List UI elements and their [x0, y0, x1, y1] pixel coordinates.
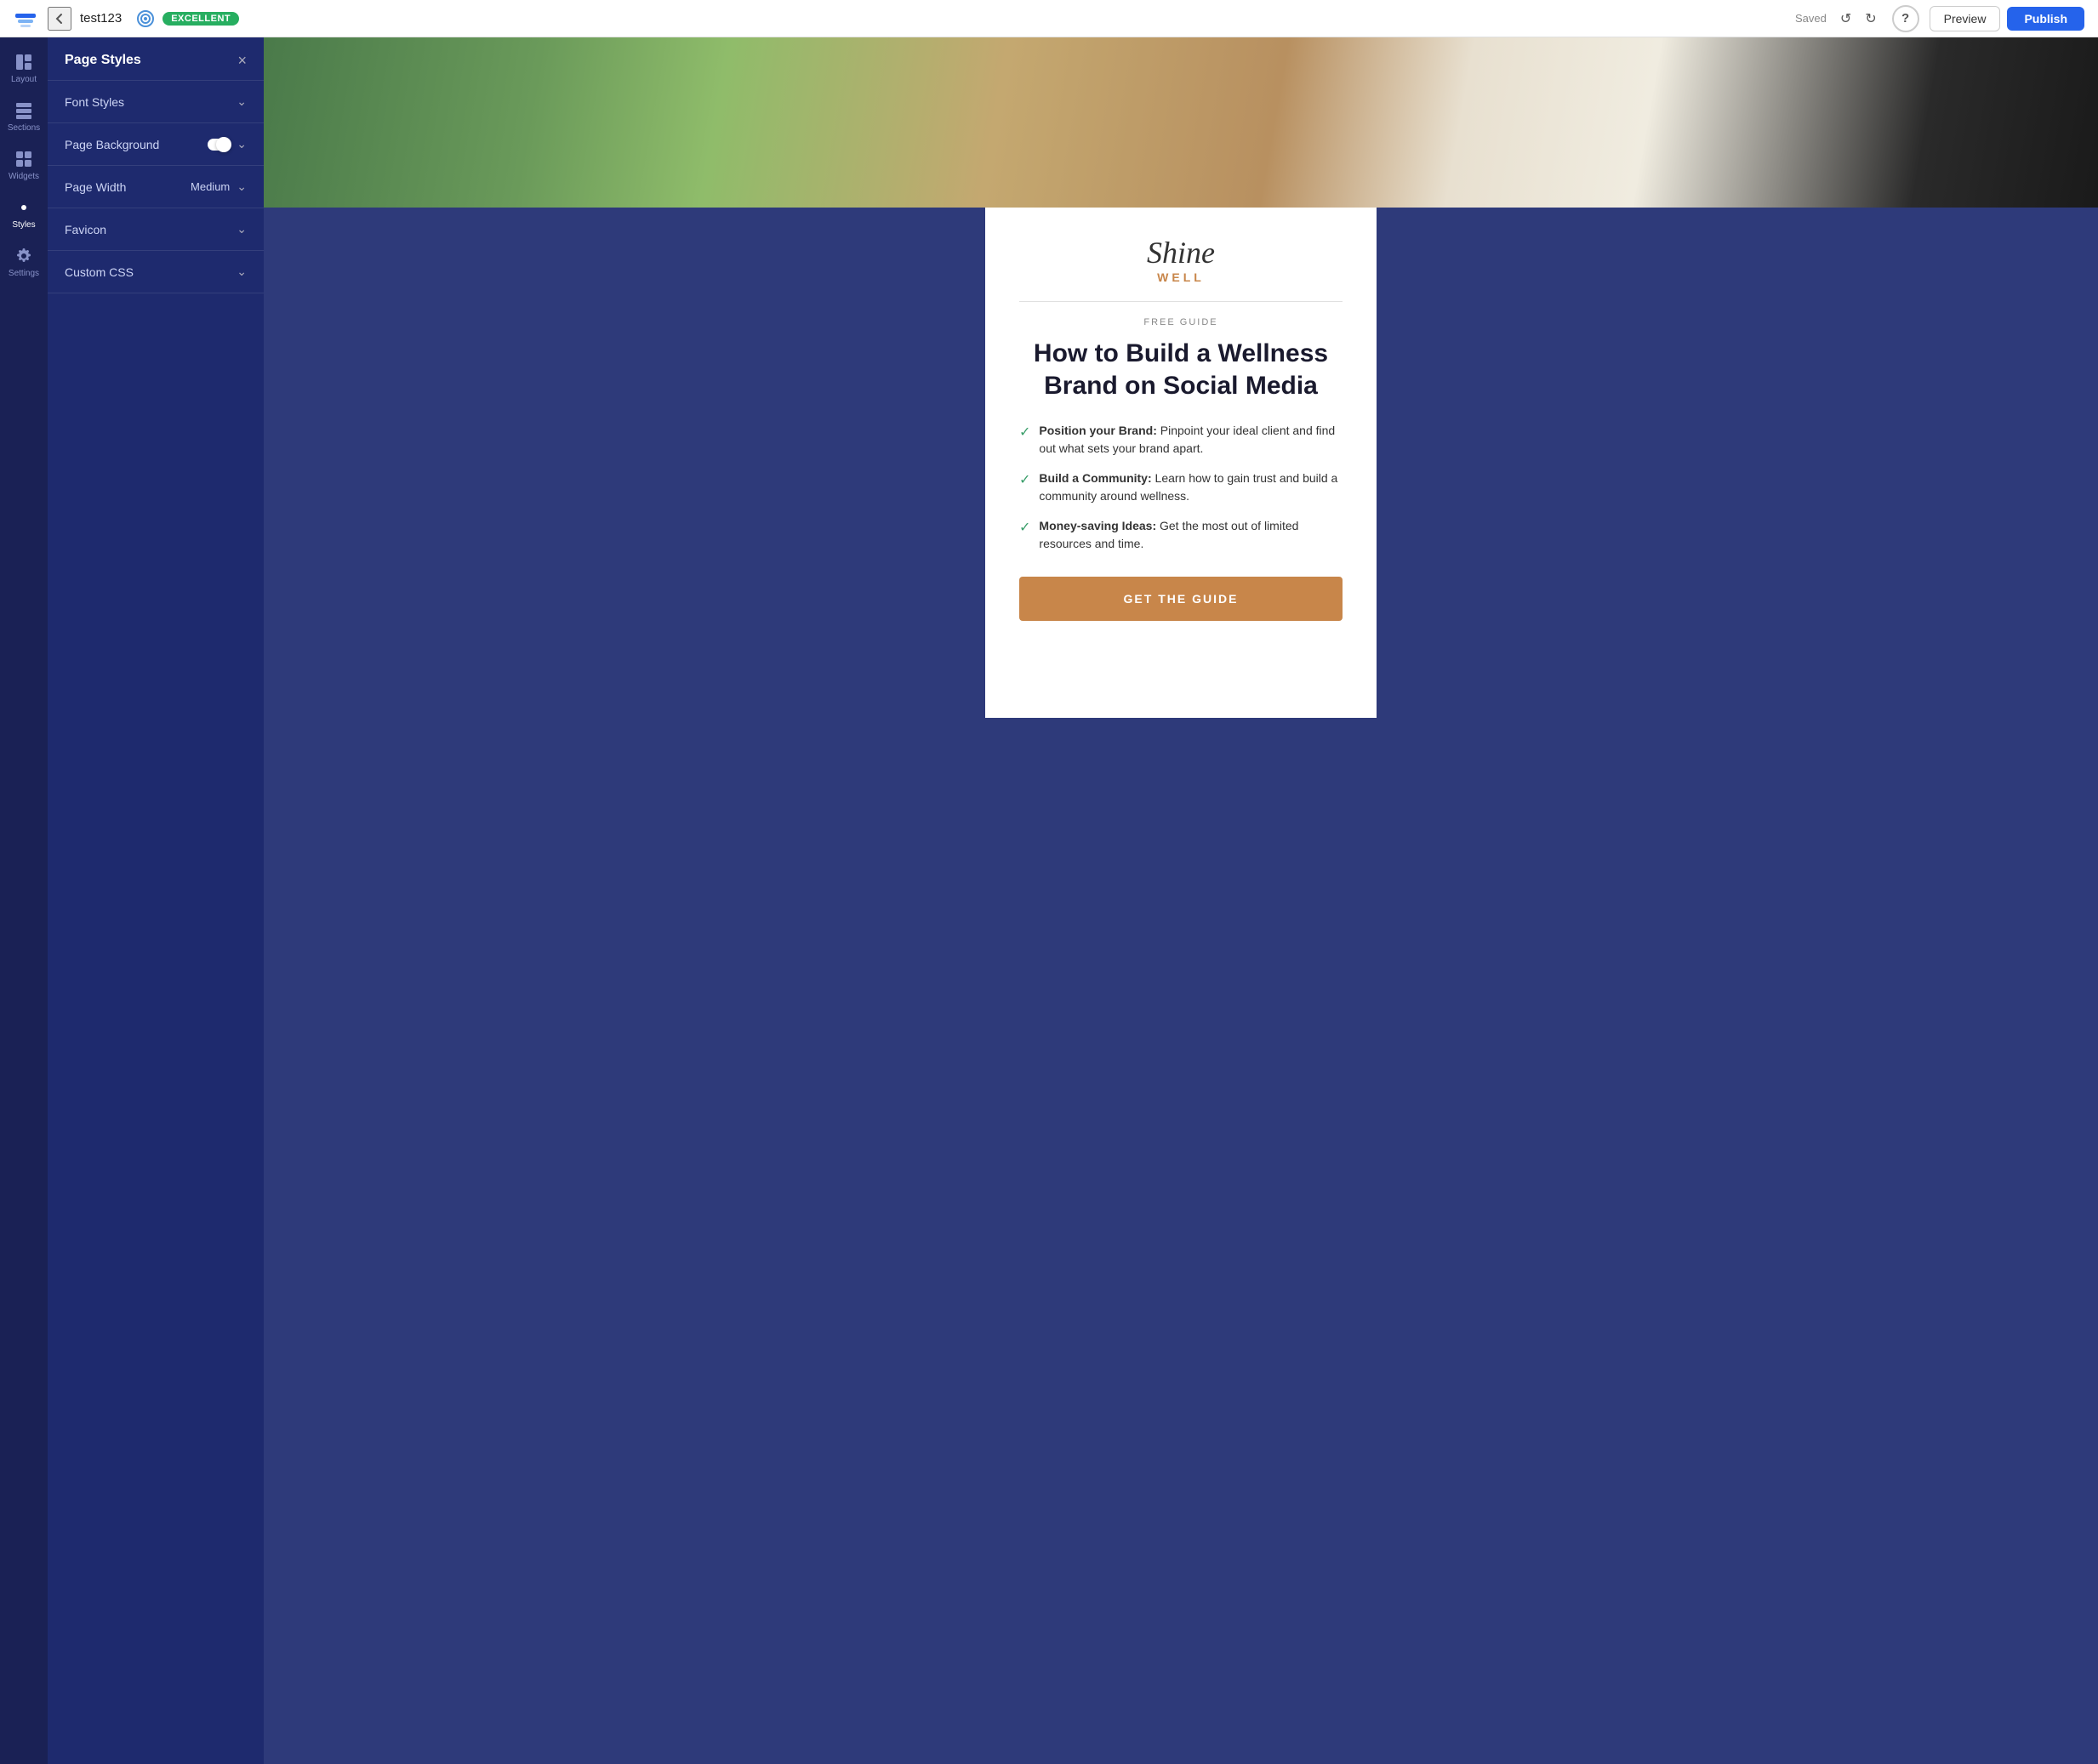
hero-image-inner [264, 37, 2098, 208]
panel-section-font-styles: Font Styles ⌄ [48, 81, 264, 123]
checklist-text-1: Position your Brand: Pinpoint your ideal… [1039, 422, 1343, 458]
quality-badge-wrap: EXCELLENT [135, 9, 239, 29]
cta-button[interactable]: GET THE GUIDE [1019, 577, 1343, 621]
panel-section-page-background: Page Background ⌄ [48, 123, 264, 166]
check-icon-3: ✓ [1019, 518, 1030, 538]
panel-section-favicon: Favicon ⌄ [48, 208, 264, 251]
page-background-toggle[interactable] [208, 139, 230, 151]
page-preview: Shine WELL FREE GUIDE How to Build a Wel… [264, 37, 2098, 718]
page-width-value: Medium [191, 180, 230, 193]
back-button[interactable] [48, 7, 71, 31]
page-title: test123 [80, 11, 122, 26]
font-styles-label: Font Styles [65, 95, 124, 109]
page-width-label: Page Width [65, 180, 126, 194]
sidebar-item-layout[interactable]: Layout [0, 44, 48, 93]
panel-title: Page Styles [65, 53, 141, 68]
landing-divider [1019, 301, 1343, 302]
page-background-right: ⌄ [208, 137, 247, 151]
favicon-row[interactable]: Favicon ⌄ [48, 208, 264, 250]
hero-image [264, 37, 2098, 208]
checklist-item-2: ✓ Build a Community: Learn how to gain t… [1019, 469, 1343, 505]
check-icon-2: ✓ [1019, 470, 1030, 491]
favicon-right: ⌄ [237, 222, 247, 236]
sidebar-item-styles[interactable]: Styles [0, 190, 48, 238]
preview-button[interactable]: Preview [1930, 6, 2001, 31]
saved-status: Saved [1795, 12, 1827, 25]
page-width-row[interactable]: Page Width Medium ⌄ [48, 166, 264, 208]
favicon-chevron: ⌄ [237, 222, 247, 236]
sidebar-item-sections[interactable]: Sections [0, 93, 48, 141]
undo-redo-group: ↺ ↻ [1835, 7, 1882, 31]
page-background-label: Page Background [65, 138, 159, 151]
app-logo [14, 7, 37, 31]
panel-section-custom-css: Custom CSS ⌄ [48, 251, 264, 293]
styles-panel: Page Styles × Font Styles ⌄ Page Backgro… [48, 37, 264, 1764]
logo-wrap: Shine WELL [1019, 235, 1343, 284]
check-icon-1: ✓ [1019, 423, 1030, 443]
favicon-label: Favicon [65, 223, 106, 236]
undo-button[interactable]: ↺ [1835, 7, 1856, 31]
custom-css-right: ⌄ [237, 265, 247, 279]
font-styles-chevron: ⌄ [237, 94, 247, 109]
font-styles-right: ⌄ [237, 94, 247, 109]
content-area: Shine WELL FREE GUIDE How to Build a Wel… [264, 37, 2098, 1764]
topbar: test123 EXCELLENT Saved ↺ ↻ ? Preview Pu… [0, 0, 2098, 37]
font-styles-row[interactable]: Font Styles ⌄ [48, 81, 264, 122]
logo-script: Shine [1019, 235, 1343, 270]
help-button[interactable]: ? [1892, 5, 1919, 32]
quality-badge: EXCELLENT [162, 12, 239, 26]
custom-css-row[interactable]: Custom CSS ⌄ [48, 251, 264, 293]
page-background-chevron: ⌄ [237, 137, 247, 151]
main-layout: Layout Sections Widgets Styles Settings … [0, 37, 2098, 1764]
page-width-chevron: ⌄ [237, 179, 247, 194]
page-background-row[interactable]: Page Background ⌄ [48, 123, 264, 165]
logo-well: WELL [1019, 270, 1343, 284]
landing-checklist: ✓ Position your Brand: Pinpoint your ide… [1019, 422, 1343, 553]
panel-close-button[interactable]: × [237, 53, 247, 68]
redo-button[interactable]: ↻ [1860, 7, 1881, 31]
panel-header: Page Styles × [48, 37, 264, 81]
icon-sidebar: Layout Sections Widgets Styles Settings [0, 37, 48, 1764]
publish-button[interactable]: Publish [2007, 7, 2084, 31]
landing-card: Shine WELL FREE GUIDE How to Build a Wel… [985, 208, 1377, 718]
sidebar-item-settings[interactable]: Settings [0, 238, 48, 287]
panel-section-page-width: Page Width Medium ⌄ [48, 166, 264, 208]
sidebar-item-widgets[interactable]: Widgets [0, 141, 48, 190]
checklist-item-3: ✓ Money-saving Ideas: Get the most out o… [1019, 517, 1343, 553]
checklist-text-3: Money-saving Ideas: Get the most out of … [1039, 517, 1343, 553]
landing-subtitle: FREE GUIDE [1019, 317, 1343, 327]
page-width-right: Medium ⌄ [191, 179, 247, 194]
custom-css-label: Custom CSS [65, 265, 134, 279]
landing-headline: How to Build a Wellness Brand on Social … [1019, 338, 1343, 401]
checklist-text-2: Build a Community: Learn how to gain tru… [1039, 469, 1343, 505]
custom-css-chevron: ⌄ [237, 265, 247, 279]
checklist-item-1: ✓ Position your Brand: Pinpoint your ide… [1019, 422, 1343, 458]
